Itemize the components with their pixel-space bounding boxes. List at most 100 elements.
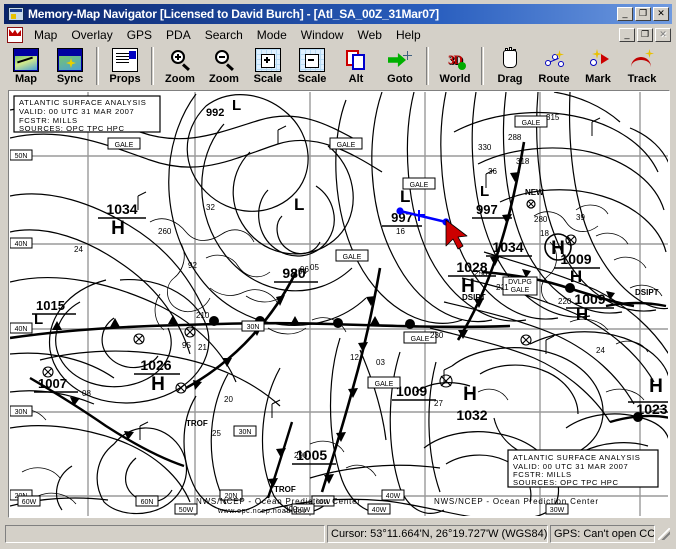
svg-text:12: 12 <box>350 353 359 362</box>
dsipt-label: DSIPT <box>462 293 486 302</box>
menu-item-web[interactable]: Web <box>350 26 388 44</box>
child-minimize-button[interactable]: _ <box>619 28 635 42</box>
credit-line-1: NWS/NCEP - Ocean Prediction Center <box>196 497 361 506</box>
svg-text:211: 211 <box>496 283 509 292</box>
close-icon: ✕ <box>657 8 665 18</box>
svg-text:250: 250 <box>474 269 488 278</box>
maximize-button[interactable]: ❐ <box>635 7 651 21</box>
toolbar-button-goto[interactable]: Goto <box>378 46 422 88</box>
alternate-map-icon <box>343 48 369 72</box>
grid-label: 40W <box>367 503 391 515</box>
toolbar-button-drag[interactable]: Drag <box>488 46 532 88</box>
map-view-panel[interactable]: L 980 L 997 L 992 L 997 L 1015 1007 1005… <box>8 90 670 518</box>
low-symbol: L <box>294 195 304 214</box>
svg-text:280: 280 <box>534 215 548 224</box>
menu-item-help[interactable]: Help <box>389 26 428 44</box>
trof-label: TROF <box>186 419 208 428</box>
window-title: Memory-Map Navigator [Licensed to David … <box>28 7 439 21</box>
high-symbol: H <box>463 384 477 405</box>
title-bar: Memory-Map Navigator [Licensed to David … <box>4 4 672 24</box>
svg-text:05: 05 <box>310 263 319 272</box>
goto-arrow-icon <box>387 48 413 72</box>
svg-text:260: 260 <box>158 227 172 236</box>
menu-item-map[interactable]: Map <box>27 26 64 44</box>
status-bar: Cursor: 53°11.664'N, 26°19.727'W (WGS84)… <box>4 523 672 545</box>
header-line-4: SOURCES: OPC TPC HPC <box>19 124 125 133</box>
toolbar-button-map[interactable]: Map <box>4 46 48 88</box>
svg-text:30N: 30N <box>239 429 252 436</box>
close-button[interactable]: ✕ <box>653 7 669 21</box>
low-pressure-value: 1007 <box>38 376 67 391</box>
high-symbol: H <box>649 376 663 397</box>
svg-text:GALE: GALE <box>411 336 430 343</box>
high-pressure-value: 1026 <box>140 357 171 373</box>
svg-text:36: 36 <box>488 167 497 176</box>
svg-text:50N: 50N <box>15 153 28 160</box>
toolbar-button-zoom-out[interactable]: Zoom <box>202 46 246 88</box>
svg-text:GALE: GALE <box>410 182 429 189</box>
mdi-child-controls: _ ❐ ✕ <box>619 28 672 42</box>
high-pressure-value: 1034 <box>492 239 523 255</box>
toolbar-label: Zoom <box>165 73 195 85</box>
credit-line-3: NWS/NCEP - Ocean Prediction Center <box>434 497 599 506</box>
high-pressure-value: 1023 <box>636 401 667 417</box>
svg-text:GALE: GALE <box>522 120 541 127</box>
menu-item-search[interactable]: Search <box>198 26 250 44</box>
toolbar-label: Mark <box>585 73 611 85</box>
map-canvas[interactable]: L 980 L 997 L 992 L 997 L 1015 1007 1005… <box>10 92 668 516</box>
text-tool-icon: T <box>673 48 674 72</box>
mark-icon <box>585 48 611 72</box>
grid-label: 40N <box>10 237 33 249</box>
svg-text:40W: 40W <box>386 493 401 500</box>
toolbar-button-zoom-in[interactable]: Zoom <box>158 46 202 88</box>
svg-text:04: 04 <box>298 267 307 276</box>
toolbar-button-route[interactable]: Route <box>532 46 576 88</box>
toolbar-button-text[interactable]: T Text <box>664 46 674 88</box>
child-restore-button[interactable]: ❐ <box>637 28 653 42</box>
main-toolbar: Map Sync Props Zoom Zoom Scale Scale Alt… <box>4 46 674 90</box>
toolbar-label: Scale <box>297 73 327 85</box>
map-icon <box>13 48 39 72</box>
toolbar-label: World <box>439 73 471 85</box>
grid-label: 30N <box>241 320 265 332</box>
toolbar-button-props[interactable]: Props <box>103 46 147 88</box>
menu-item-mode[interactable]: Mode <box>250 26 294 44</box>
toolbar-button-track[interactable]: Track <box>620 46 664 88</box>
grid-label: 30N <box>233 425 257 437</box>
toolbar-button-alt[interactable]: Alt <box>334 46 378 88</box>
toolbar-button-scale-up[interactable]: Scale <box>246 46 290 88</box>
menu-item-gps[interactable]: GPS <box>120 26 159 44</box>
footer-line-4: SOURCES: OPC TPC HPC <box>513 478 619 487</box>
status-left-panel <box>5 525 325 543</box>
resize-grip-icon[interactable] <box>657 527 671 541</box>
toolbar-button-world[interactable]: 3D World <box>433 46 477 88</box>
toolbar-button-sync[interactable]: Sync <box>48 46 92 88</box>
grid-label: 40W <box>381 489 405 501</box>
status-gps-panel: GPS: Can't open COM <box>550 525 655 543</box>
minimize-icon: _ <box>622 8 628 18</box>
track-icon <box>629 48 655 72</box>
scale-up-icon <box>255 48 281 72</box>
trof-label: TROF <box>274 485 296 494</box>
gale-label: GALE <box>514 115 548 128</box>
toolbar-button-mark[interactable]: Mark <box>576 46 620 88</box>
menu-item-pda[interactable]: PDA <box>159 26 198 44</box>
minimize-button[interactable]: _ <box>617 7 633 21</box>
grid-label: 50N <box>10 149 33 161</box>
toolbar-button-scale-down[interactable]: Scale <box>290 46 334 88</box>
application-window: Memory-Map Navigator [Licensed to David … <box>0 0 676 549</box>
zoom-out-icon <box>211 48 237 72</box>
svg-text:40W: 40W <box>372 507 387 514</box>
svg-text:30N: 30N <box>15 409 28 416</box>
properties-icon <box>112 48 138 72</box>
menu-item-overlay[interactable]: Overlay <box>64 26 119 44</box>
toolbar-label: Route <box>538 73 570 85</box>
menu-item-window[interactable]: Window <box>294 26 351 44</box>
low-symbol: L <box>480 183 489 200</box>
toolbar-separator <box>96 47 99 85</box>
gale-label: GALE <box>367 376 401 389</box>
toolbar-label: Alt <box>348 73 364 85</box>
hand-drag-icon <box>497 47 523 72</box>
memory-map-logo-icon <box>7 27 23 43</box>
toolbar-separator <box>426 47 429 85</box>
